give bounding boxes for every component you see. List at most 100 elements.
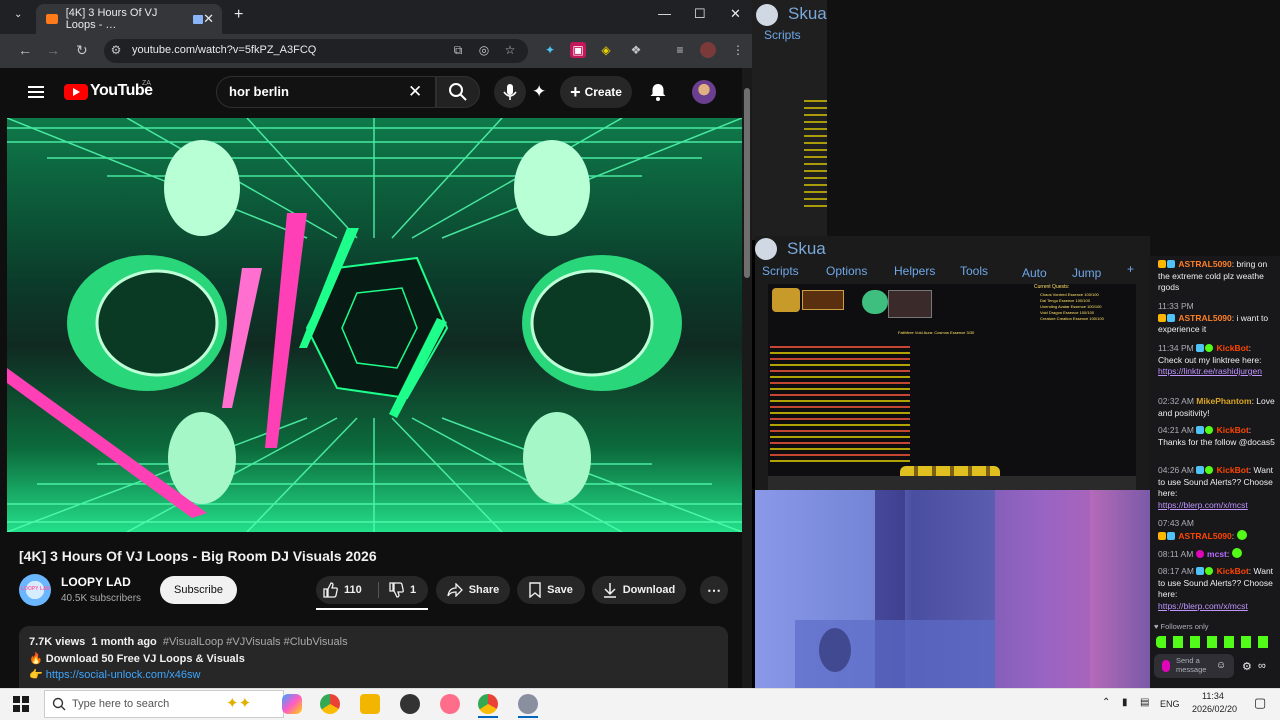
media-playing-icon[interactable] [193,14,204,24]
skua-menu-scripts-top[interactable]: Scripts [764,28,801,42]
tab-youtube[interactable]: [4K] 3 Hours Of VJ Loops - … ✕ [36,4,222,34]
chat-link[interactable]: https://blerp.com/x/mcst [1158,500,1276,512]
description-link[interactable]: https://social-unlock.com/x46sw [46,669,201,681]
skua-menu-options[interactable]: Options [826,264,867,278]
minimize-button[interactable]: — [658,6,671,21]
dislike-button[interactable]: 1 [388,582,416,598]
create-label: Create [584,85,622,99]
emoji-icon[interactable]: ☺ [1216,660,1226,671]
chat-username[interactable]: KickBot [1217,425,1249,435]
install-app-icon[interactable]: ⧉ [450,42,466,58]
chat-settings-icon[interactable]: ⚙ [1242,660,1252,673]
page-scrollbar[interactable] [742,68,752,688]
taskbar-skua-icon[interactable] [518,694,538,714]
extension-2-icon[interactable]: ▣ [570,42,586,58]
account-avatar[interactable] [692,80,716,104]
create-button[interactable]: + Create [560,76,632,108]
url-text[interactable]: youtube.com/watch?v=5fkPZ_A3FCQ [132,44,316,56]
like-button[interactable]: 110 [322,582,362,598]
skua-menu-tools[interactable]: Tools [960,264,988,278]
tracking-icon[interactable]: ◎ [476,42,492,58]
search-button[interactable] [436,76,480,108]
chat-more-icon[interactable]: ∞ [1258,660,1266,672]
chat-username[interactable]: MikePhantom [1196,396,1251,406]
hashtags[interactable]: #VisualLoop #VJVisuals #ClubVisuals [163,636,348,648]
bookmark-star-icon[interactable]: ☆ [502,42,518,58]
skua-title-top: Skua [788,4,827,23]
chat-username[interactable]: ASTRAL5090 [1178,259,1231,269]
scrollbar-thumb[interactable] [744,88,750,278]
skua-menu-jump[interactable]: Jump [1072,266,1101,280]
taskbar-obs-icon[interactable] [400,694,420,714]
download-button[interactable]: Download [592,576,686,604]
sub-badge-icon [1167,260,1175,268]
ai-assistant-icon[interactable]: ✦ [532,82,546,102]
chat-username[interactable]: ASTRAL5090 [1178,531,1231,541]
clock-time[interactable]: 11:34 [1202,691,1224,701]
skua-log-preview [804,100,828,210]
share-button[interactable]: Share [436,576,510,604]
language-indicator[interactable]: ENG [1160,699,1180,709]
voice-search-button[interactable] [494,76,526,108]
site-info-icon[interactable]: ⚙ [108,42,124,58]
taskbar-copilot-icon[interactable] [282,694,302,714]
game-viewport[interactable]: Current Quests: Chaos Vordred Essence 10… [768,284,1136,490]
taskbar-chrome-2-icon[interactable] [478,694,498,714]
close-tab-icon[interactable]: ✕ [203,11,214,27]
game-action-bar[interactable] [768,476,1136,490]
notifications-icon[interactable]: ▢ [1254,695,1266,711]
like-ratio-bar [316,608,428,610]
profile-icon[interactable] [700,42,716,58]
chat-username[interactable]: mcst [1207,549,1227,559]
subscribe-button[interactable]: Subscribe [160,576,237,604]
target-portrait-icon [862,290,888,314]
skua-menu-scripts[interactable]: Scripts [762,264,799,278]
skua-menu-add[interactable]: + [1127,262,1134,276]
taskbar-snipping-icon[interactable] [440,694,460,714]
channel-avatar[interactable]: LOOPY LAD [19,574,51,606]
reload-icon[interactable]: ↻ [76,42,88,59]
media-controls-icon[interactable]: ≡ [672,42,688,58]
clock-date[interactable]: 2026/02/20 [1192,704,1237,714]
extensions-puzzle-icon[interactable]: ❖ [628,42,644,58]
back-icon[interactable]: ← [18,42,32,58]
more-actions-button[interactable]: ⋯ [700,576,728,604]
tray-expand-icon[interactable]: ⌃ [1102,697,1110,708]
tray-network-icon[interactable]: ▤ [1140,697,1149,708]
close-window-button[interactable]: ✕ [730,6,741,22]
search-icon [449,83,467,101]
skua-menu-auto[interactable]: Auto [1022,266,1047,280]
search-value[interactable]: hor berlin [229,84,289,99]
emote-bar[interactable] [1156,636,1274,648]
forward-icon[interactable]: → [46,42,60,58]
chat-time: 08:11 AM [1158,549,1194,559]
tray-mic-icon[interactable]: ▮ [1122,697,1128,708]
mod-badge-icon [1196,567,1205,575]
video-player[interactable] [7,118,742,532]
clear-search-icon[interactable]: ✕ [408,82,422,102]
maximize-button[interactable]: ☐ [694,6,706,22]
active-app-indicator [478,716,498,718]
chat-link[interactable]: https://blerp.com/x/mcst [1158,601,1276,613]
chat-link[interactable]: https://linktr.ee/rashidjurgen [1158,366,1276,378]
webcam-view [755,490,1150,688]
taskbar-file-explorer-icon[interactable] [360,694,380,714]
quest-5: Creature Creation Essence 100/100 [1040,316,1104,321]
menu-icon[interactable] [28,86,44,98]
save-button[interactable]: Save [517,576,585,604]
extension-1-icon[interactable]: ✦ [542,42,558,58]
skua-menu-helpers[interactable]: Helpers [894,264,935,278]
chat-username[interactable]: KickBot [1217,566,1249,576]
chat-username[interactable]: KickBot [1217,465,1249,475]
taskbar-chrome-icon[interactable] [320,694,340,714]
browser-menu-icon[interactable]: ⋮ [730,42,746,58]
chat-username[interactable]: KickBot [1217,343,1249,353]
chat-username[interactable]: ASTRAL5090 [1178,313,1231,323]
youtube-logo-icon[interactable] [64,84,88,100]
new-tab-button[interactable]: + [234,6,243,24]
channel-name[interactable]: LOOPY LAD [61,575,131,589]
tab-search-icon[interactable]: ⌄ [14,9,22,20]
windows-start-icon[interactable] [13,696,29,712]
notifications-bell-icon[interactable] [648,82,668,102]
extension-3-icon[interactable]: ◈ [598,42,614,58]
